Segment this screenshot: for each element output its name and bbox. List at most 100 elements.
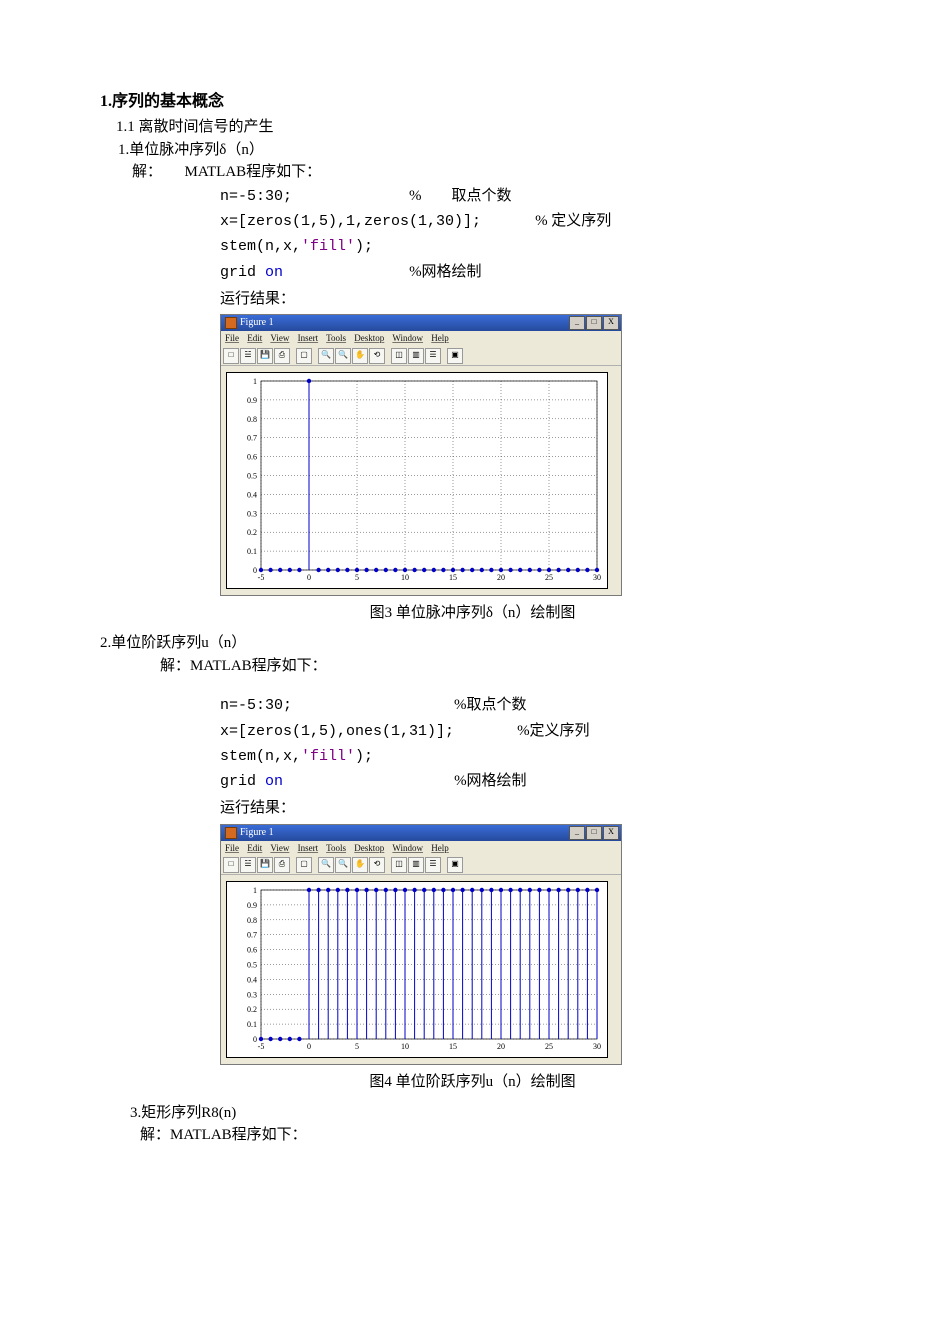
menu-tools[interactable]: Tools: [326, 333, 346, 343]
datatip-icon[interactable]: ◫: [391, 348, 407, 364]
menu-desktop[interactable]: Desktop: [354, 333, 384, 343]
code-line: );: [355, 748, 373, 765]
figure-caption: 图3 单位脉冲序列δ（n）绘制图: [100, 602, 845, 625]
svg-text:0.4: 0.4: [247, 975, 257, 984]
window-titlebar[interactable]: Figure 1 _ □ X: [221, 315, 621, 331]
svg-text:1: 1: [253, 886, 257, 895]
legend-icon[interactable]: ☰: [425, 348, 441, 364]
svg-text:0.9: 0.9: [247, 901, 257, 910]
svg-text:0.5: 0.5: [247, 961, 257, 970]
menu-tools[interactable]: Tools: [326, 843, 346, 853]
svg-text:-5: -5: [258, 573, 265, 582]
close-button[interactable]: X: [603, 826, 619, 840]
item-heading: 2.单位阶跃序列u（n）: [100, 632, 845, 655]
figure-window: Figure 1 _ □ X File Edit View Insert Too…: [220, 824, 622, 1066]
window-titlebar[interactable]: Figure 1 _ □ X: [221, 825, 621, 841]
new-icon[interactable]: □: [223, 348, 239, 364]
svg-text:20: 20: [497, 1042, 505, 1051]
rotate-icon[interactable]: ⟲: [369, 857, 385, 873]
code-comment: %网格绘制: [454, 773, 527, 789]
svg-text:0.4: 0.4: [247, 490, 257, 499]
pan-icon[interactable]: ✋: [352, 857, 368, 873]
code-line: stem(n,x,: [220, 238, 301, 255]
solution-label: 解：MATLAB程序如下：: [140, 1124, 845, 1147]
svg-text:5: 5: [355, 1042, 359, 1051]
svg-text:0.3: 0.3: [247, 990, 257, 999]
menubar[interactable]: File Edit View Insert Tools Desktop Wind…: [221, 841, 621, 857]
svg-text:25: 25: [545, 573, 553, 582]
solution-label: 解：MATLAB程序如下：: [160, 655, 845, 678]
menu-help[interactable]: Help: [431, 333, 449, 343]
svg-text:0.8: 0.8: [247, 916, 257, 925]
code-comment: %取点个数: [454, 697, 527, 713]
code-line: x=[zeros(1,5),1,zeros(1,30)];: [220, 213, 481, 230]
open-icon[interactable]: ☱: [240, 857, 256, 873]
svg-text:0.6: 0.6: [247, 946, 257, 955]
matlab-icon: [225, 317, 237, 329]
window-title: Figure 1: [240, 826, 274, 840]
svg-text:1: 1: [253, 377, 257, 386]
menu-file[interactable]: File: [225, 843, 239, 853]
menu-edit[interactable]: Edit: [247, 333, 262, 343]
code-string: 'fill': [301, 748, 355, 765]
zoom-in-icon[interactable]: 🔍: [318, 857, 334, 873]
svg-text:0: 0: [307, 573, 311, 582]
menu-insert[interactable]: Insert: [298, 843, 319, 853]
matlab-icon: [225, 827, 237, 839]
menubar[interactable]: File Edit View Insert Tools Desktop Wind…: [221, 331, 621, 347]
maximize-button[interactable]: □: [586, 826, 602, 840]
print-icon[interactable]: ⎙: [274, 857, 290, 873]
zoom-out-icon[interactable]: 🔍: [335, 348, 351, 364]
menu-view[interactable]: View: [270, 843, 289, 853]
menu-view[interactable]: View: [270, 333, 289, 343]
svg-text:0.7: 0.7: [247, 433, 257, 442]
svg-text:25: 25: [545, 1042, 553, 1051]
datatip-icon[interactable]: ◫: [391, 857, 407, 873]
menu-edit[interactable]: Edit: [247, 843, 262, 853]
code-line: stem(n,x,: [220, 748, 301, 765]
svg-text:10: 10: [401, 1042, 409, 1051]
code-line: );: [355, 238, 373, 255]
svg-text:0.7: 0.7: [247, 931, 257, 940]
minimize-button[interactable]: _: [569, 316, 585, 330]
code-line: x=[zeros(1,5),ones(1,31)];: [220, 723, 454, 740]
rotate-icon[interactable]: ⟲: [369, 348, 385, 364]
pointer-icon[interactable]: ▢: [296, 857, 312, 873]
svg-text:15: 15: [449, 1042, 457, 1051]
stem-plot: 00.10.20.30.40.50.60.70.80.91-5051015202…: [226, 881, 608, 1058]
svg-text:5: 5: [355, 573, 359, 582]
maximize-button[interactable]: □: [586, 316, 602, 330]
dock-icon[interactable]: ▣: [447, 857, 463, 873]
new-icon[interactable]: □: [223, 857, 239, 873]
svg-text:0: 0: [253, 1035, 257, 1044]
colorbar-icon[interactable]: ▥: [408, 857, 424, 873]
dock-icon[interactable]: ▣: [447, 348, 463, 364]
zoom-out-icon[interactable]: 🔍: [335, 857, 351, 873]
legend-icon[interactable]: ☰: [425, 857, 441, 873]
menu-insert[interactable]: Insert: [298, 333, 319, 343]
menu-desktop[interactable]: Desktop: [354, 843, 384, 853]
section-heading: 1.序列的基本概念: [100, 90, 845, 114]
menu-help[interactable]: Help: [431, 843, 449, 853]
svg-text:30: 30: [593, 573, 601, 582]
item-heading: 1.单位脉冲序列δ（n）: [118, 139, 845, 162]
code-block: n=-5:30; %取点个数 x=[zeros(1,5),ones(1,31)]…: [220, 693, 845, 795]
subsection-heading: 1.1 离散时间信号的产生: [116, 116, 845, 139]
save-icon[interactable]: 💾: [257, 348, 273, 364]
print-icon[interactable]: ⎙: [274, 348, 290, 364]
menu-file[interactable]: File: [225, 333, 239, 343]
open-icon[interactable]: ☱: [240, 348, 256, 364]
code-comment: %定义序列: [517, 723, 590, 739]
pan-icon[interactable]: ✋: [352, 348, 368, 364]
close-button[interactable]: X: [603, 316, 619, 330]
item-heading: 3.矩形序列R8(n): [130, 1102, 845, 1125]
zoom-in-icon[interactable]: 🔍: [318, 348, 334, 364]
menu-window[interactable]: Window: [392, 843, 423, 853]
code-keyword: on: [265, 773, 283, 790]
menu-window[interactable]: Window: [392, 333, 423, 343]
pointer-icon[interactable]: ▢: [296, 348, 312, 364]
plot-area: 00.10.20.30.40.50.60.70.80.91-5051015202…: [221, 366, 621, 595]
save-icon[interactable]: 💾: [257, 857, 273, 873]
minimize-button[interactable]: _: [569, 826, 585, 840]
colorbar-icon[interactable]: ▥: [408, 348, 424, 364]
